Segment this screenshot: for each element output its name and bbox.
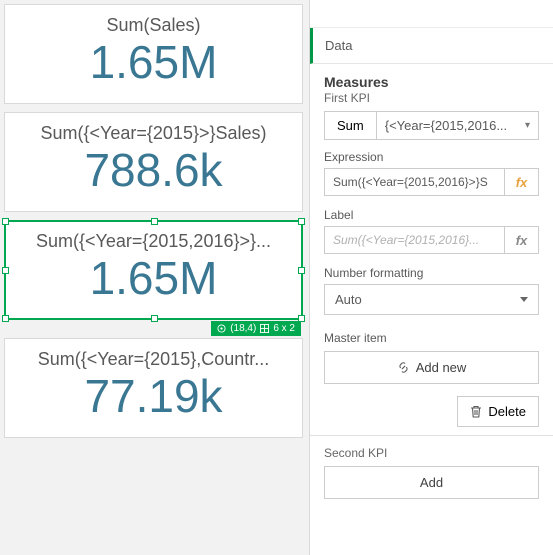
kpi-value: 788.6k <box>9 144 298 197</box>
trash-icon <box>470 405 482 418</box>
delete-button[interactable]: Delete <box>457 396 539 427</box>
number-formatting-value: Auto <box>335 292 362 307</box>
resize-handle[interactable] <box>298 218 305 225</box>
resize-handle[interactable] <box>2 315 9 322</box>
panel-top-gap <box>310 0 553 28</box>
kpi-value: 1.65M <box>9 36 298 89</box>
label-label: Label <box>324 208 539 222</box>
label-expression-button[interactable]: fx <box>505 226 539 254</box>
kpi-card[interactable]: Sum({<Year={2015}>}Sales) 788.6k <box>4 112 303 212</box>
resize-handle[interactable] <box>151 218 158 225</box>
caret-down-icon <box>520 297 528 302</box>
kpi-value: 77.19k <box>9 370 298 423</box>
kpi-card[interactable]: Sum({<Year={2015},Countr... 77.19k <box>4 338 303 438</box>
master-item-label: Master item <box>324 331 539 345</box>
measures-heading: Measures <box>324 74 539 90</box>
kpi-label: Sum({<Year={2015,2016}>}... <box>9 227 298 252</box>
field-selector[interactable]: {<Year={2015,2016... ▾ <box>377 111 539 140</box>
grid-icon <box>260 324 269 333</box>
aggregation-button[interactable]: Sum <box>324 111 377 140</box>
fx-icon: fx <box>516 175 528 190</box>
add-new-master-button[interactable]: Add new <box>324 351 539 384</box>
number-formatting-label: Number formatting <box>324 266 539 280</box>
kpi-label: Sum({<Year={2015},Countr... <box>9 345 298 370</box>
kpi-card-selected[interactable]: Sum({<Year={2015,2016}>}... 1.65M (18,4)… <box>4 220 303 320</box>
resize-handle[interactable] <box>151 315 158 322</box>
second-kpi-label: Second KPI <box>324 446 539 460</box>
kpi-label: Sum(Sales) <box>9 11 298 36</box>
label-input[interactable]: Sum({<Year={2015,2016}... <box>324 226 505 254</box>
chevron-down-icon: ▾ <box>525 120 530 131</box>
add-second-kpi-button[interactable]: Add <box>324 466 539 499</box>
position-badge: (18,4) 6 x 2 <box>211 321 301 336</box>
resize-handle[interactable] <box>2 267 9 274</box>
canvas-area[interactable]: Sum(Sales) 1.65M Sum({<Year={2015}>}Sale… <box>0 0 309 555</box>
kpi-card[interactable]: Sum(Sales) 1.65M <box>4 4 303 104</box>
fx-icon: fx <box>516 233 528 248</box>
kpi-label: Sum({<Year={2015}>}Sales) <box>9 119 298 144</box>
expression-input[interactable]: Sum({<Year={2015,2016}>}S <box>324 168 505 196</box>
field-selector-value: {<Year={2015,2016... <box>385 118 507 133</box>
expression-editor-button[interactable]: fx <box>505 168 539 196</box>
expression-label: Expression <box>324 150 539 164</box>
resize-handle[interactable] <box>298 267 305 274</box>
link-icon <box>397 361 410 374</box>
first-kpi-label: First KPI <box>324 91 539 105</box>
properties-panel: Data Measures First KPI Sum {<Year={2015… <box>309 0 553 555</box>
data-section-tab[interactable]: Data <box>310 28 553 64</box>
kpi-value: 1.65M <box>9 252 298 305</box>
resize-handle[interactable] <box>2 218 9 225</box>
divider <box>310 435 553 436</box>
target-icon <box>217 324 226 333</box>
number-formatting-select[interactable]: Auto <box>324 284 539 315</box>
